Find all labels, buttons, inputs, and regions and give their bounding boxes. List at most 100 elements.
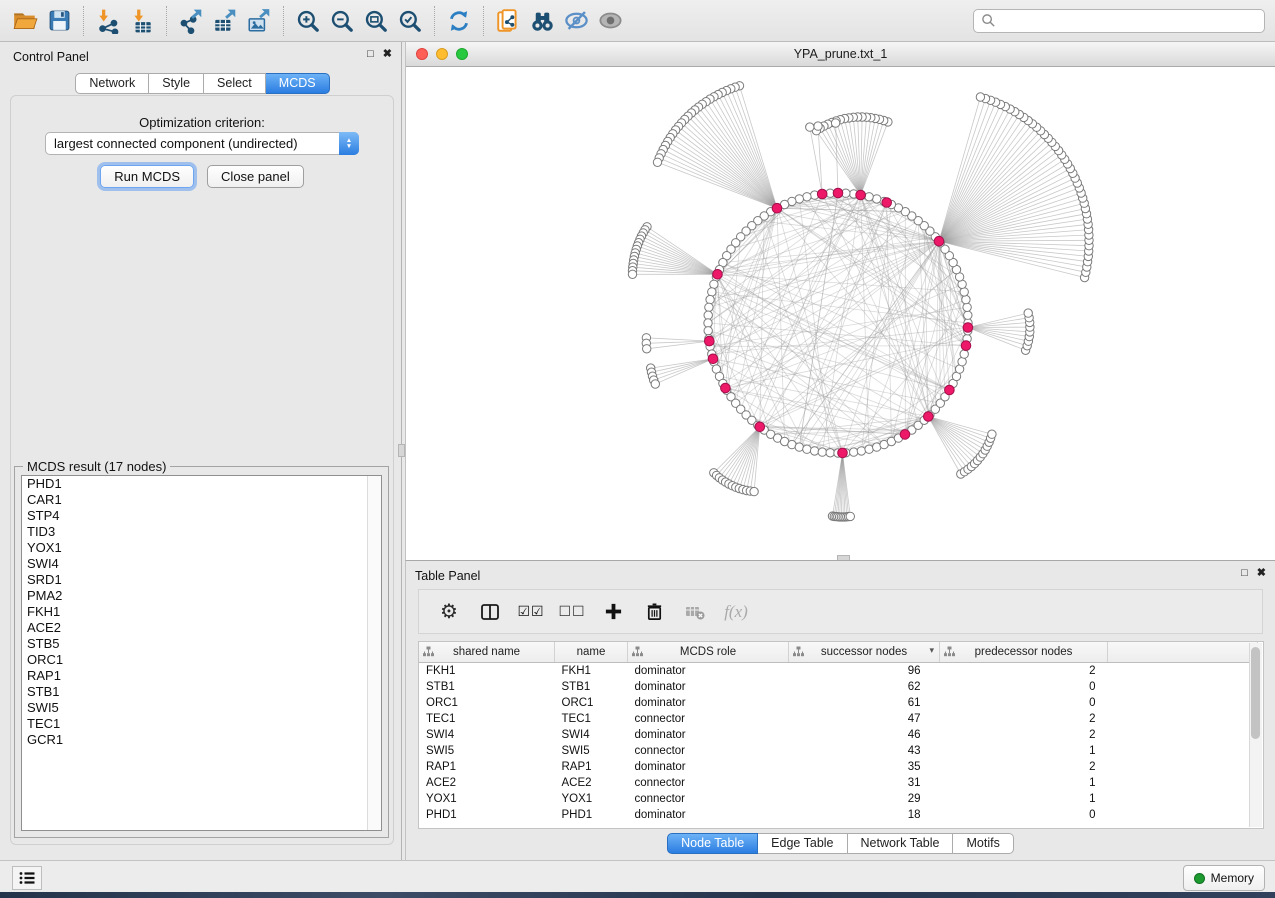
mcds-result-item[interactable]: RAP1 xyxy=(22,668,381,684)
table-cell[interactable]: FKH1 xyxy=(555,663,628,680)
global-search-field[interactable] xyxy=(973,9,1265,33)
table-cell[interactable]: PHD1 xyxy=(555,807,628,823)
table-cell[interactable]: dominator xyxy=(628,679,789,695)
table-row[interactable]: SWI5SWI5connector431 xyxy=(419,743,1258,759)
mcds-result-item[interactable]: STB5 xyxy=(22,636,381,652)
table-cell[interactable]: 47 xyxy=(789,711,940,727)
function-builder-icon[interactable]: f(x) xyxy=(723,599,749,625)
table-cell[interactable]: dominator xyxy=(628,663,789,680)
table-cell[interactable]: 18 xyxy=(789,807,940,823)
table-cell[interactable]: connector xyxy=(628,743,789,759)
mcds-result-item[interactable]: PHD1 xyxy=(22,476,381,492)
delete-column-icon[interactable] xyxy=(641,599,667,625)
save-session-button[interactable] xyxy=(42,4,76,38)
table-cell[interactable]: dominator xyxy=(628,807,789,823)
hide-details-button[interactable] xyxy=(559,4,593,38)
table-cell[interactable]: connector xyxy=(628,775,789,791)
table-cell[interactable]: connector xyxy=(628,711,789,727)
table-cell[interactable]: RAP1 xyxy=(555,759,628,775)
import-network-button[interactable] xyxy=(91,4,125,38)
mcds-result-item[interactable]: SWI5 xyxy=(22,700,381,716)
result-list-scrollbar[interactable] xyxy=(367,476,381,830)
search-input[interactable] xyxy=(996,13,1257,29)
table-cell[interactable]: PHD1 xyxy=(419,807,555,823)
table-cell[interactable]: SWI4 xyxy=(555,727,628,743)
minimize-traffic-light[interactable] xyxy=(436,48,448,60)
close-traffic-light[interactable] xyxy=(416,48,428,60)
table-cell[interactable]: ORC1 xyxy=(555,695,628,711)
column-header-name[interactable]: name xyxy=(555,642,628,663)
table-scrollbar[interactable] xyxy=(1249,643,1262,827)
export-table-button[interactable] xyxy=(208,4,242,38)
zoom-selected-button[interactable] xyxy=(393,4,427,38)
column-header-successor-nodes[interactable]: successor nodes▾ xyxy=(789,642,940,663)
mcds-result-item[interactable]: CAR1 xyxy=(22,492,381,508)
open-session-button[interactable] xyxy=(8,4,42,38)
column-header-shared-name[interactable]: shared name xyxy=(419,642,555,663)
column-header-MCDS-role[interactable]: MCDS role xyxy=(628,642,789,663)
table-scrollbar-thumb[interactable] xyxy=(1251,647,1260,739)
table-cell[interactable]: 2 xyxy=(940,727,1108,743)
zoom-fit-button[interactable] xyxy=(359,4,393,38)
mcds-result-item[interactable]: PMA2 xyxy=(22,588,381,604)
task-history-button[interactable] xyxy=(12,866,42,890)
export-image-button[interactable] xyxy=(242,4,276,38)
mcds-result-item[interactable]: YOX1 xyxy=(22,540,381,556)
mcds-result-item[interactable]: STB1 xyxy=(22,684,381,700)
table-cell[interactable]: dominator xyxy=(628,759,789,775)
table-cell[interactable]: YOX1 xyxy=(555,791,628,807)
table-row[interactable]: RAP1RAP1dominator352 xyxy=(419,759,1258,775)
close-table-panel-icon[interactable]: ✖ xyxy=(1257,567,1266,579)
table-cell[interactable]: SWI4 xyxy=(419,727,555,743)
vertical-splitter-handle[interactable] xyxy=(398,444,405,457)
network-from-file-button[interactable] xyxy=(491,4,525,38)
tab-style[interactable]: Style xyxy=(149,73,204,94)
table-cell[interactable]: 61 xyxy=(789,695,940,711)
close-panel-icon[interactable]: ✖ xyxy=(383,48,392,60)
table-cell[interactable]: YOX1 xyxy=(419,791,555,807)
table-cell[interactable]: 2 xyxy=(940,711,1108,727)
table-cell[interactable]: 0 xyxy=(940,807,1108,823)
close-panel-button[interactable]: Close panel xyxy=(207,165,304,188)
table-row[interactable]: ORC1ORC1dominator610 xyxy=(419,695,1258,711)
tab-network-table[interactable]: Network Table xyxy=(848,833,954,854)
table-cell[interactable]: 1 xyxy=(940,791,1108,807)
select-all-icon[interactable]: ☑☑ xyxy=(518,599,544,625)
search-network-button[interactable] xyxy=(525,4,559,38)
mcds-result-item[interactable]: GCR1 xyxy=(22,732,381,748)
table-cell[interactable]: 0 xyxy=(940,695,1108,711)
table-cell[interactable]: 2 xyxy=(940,759,1108,775)
network-window-titlebar[interactable]: YPA_prune.txt_1 xyxy=(406,42,1275,67)
table-cell[interactable]: SWI5 xyxy=(419,743,555,759)
table-row[interactable]: SWI4SWI4dominator462 xyxy=(419,727,1258,743)
tab-motifs[interactable]: Motifs xyxy=(953,833,1013,854)
export-network-button[interactable] xyxy=(174,4,208,38)
mcds-result-item[interactable]: FKH1 xyxy=(22,604,381,620)
table-settings-gear-icon[interactable]: ⚙ xyxy=(436,599,462,625)
table-cell[interactable]: 46 xyxy=(789,727,940,743)
table-cell[interactable]: ACE2 xyxy=(555,775,628,791)
mcds-result-item[interactable]: SWI4 xyxy=(22,556,381,572)
show-columns-icon[interactable] xyxy=(477,599,503,625)
run-mcds-button[interactable]: Run MCDS xyxy=(100,165,194,188)
tab-mcds[interactable]: MCDS xyxy=(266,73,330,94)
table-cell[interactable]: FKH1 xyxy=(419,663,555,680)
mcds-result-list[interactable]: PHD1CAR1STP4TID3YOX1SWI4SRD1PMA2FKH1ACE2… xyxy=(21,475,382,831)
memory-button[interactable]: Memory xyxy=(1183,865,1265,891)
table-cell[interactable]: 96 xyxy=(789,663,940,680)
table-cell[interactable]: 0 xyxy=(940,679,1108,695)
table-cell[interactable]: connector xyxy=(628,791,789,807)
table-cell[interactable]: TEC1 xyxy=(555,711,628,727)
table-cell[interactable]: STB1 xyxy=(419,679,555,695)
table-row[interactable]: TEC1TEC1connector472 xyxy=(419,711,1258,727)
mcds-result-item[interactable]: STP4 xyxy=(22,508,381,524)
table-cell[interactable]: dominator xyxy=(628,695,789,711)
zoom-out-button[interactable] xyxy=(325,4,359,38)
tab-edge-table[interactable]: Edge Table xyxy=(758,833,847,854)
table-row[interactable]: PHD1PHD1dominator180 xyxy=(419,807,1258,823)
deselect-all-icon[interactable]: ☐☐ xyxy=(559,599,585,625)
table-cell[interactable]: 31 xyxy=(789,775,940,791)
float-panel-icon[interactable]: □ xyxy=(367,48,374,60)
tab-node-table[interactable]: Node Table xyxy=(667,833,758,854)
mcds-result-item[interactable]: TEC1 xyxy=(22,716,381,732)
